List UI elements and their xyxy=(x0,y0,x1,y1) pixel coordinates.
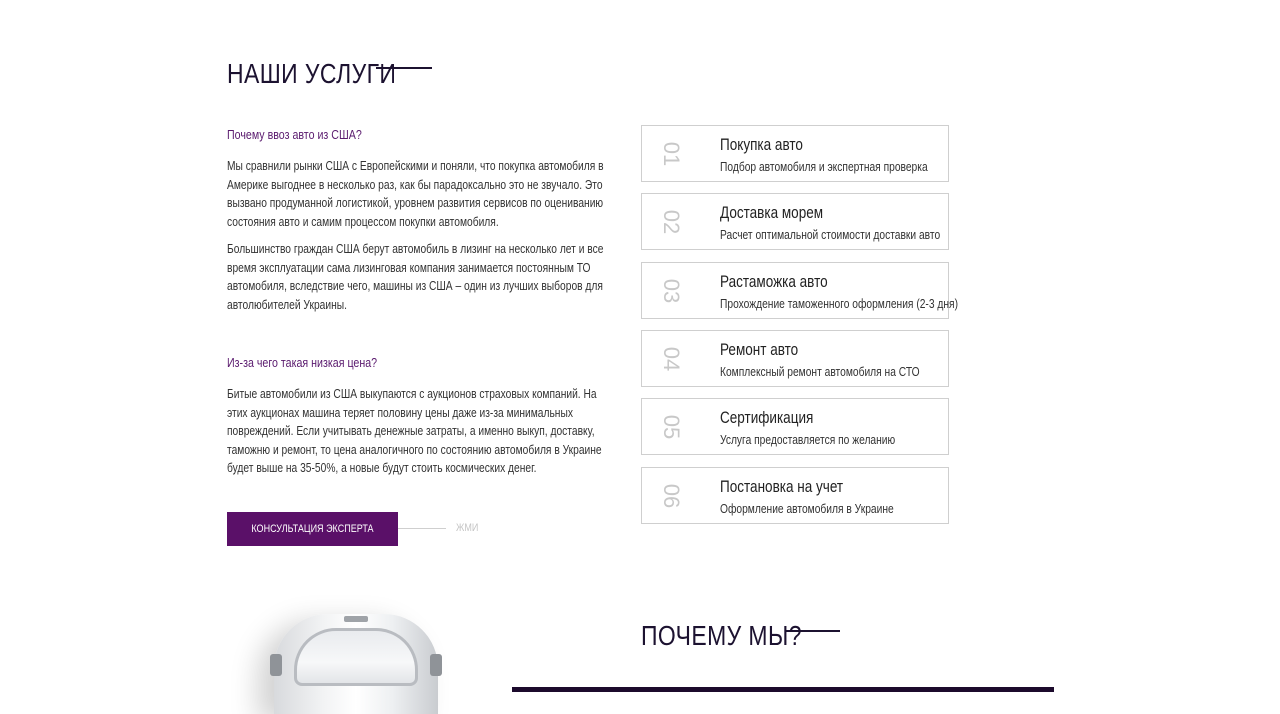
service-title: Ремонт авто xyxy=(720,341,799,359)
service-description: Расчет оптимальной стоимости доставки ав… xyxy=(720,228,941,242)
car-roof-detail xyxy=(344,616,368,622)
service-number: 06 xyxy=(659,483,684,508)
services-title-underline xyxy=(376,67,432,69)
service-number: 05 xyxy=(659,414,684,439)
service-card-repair[interactable]: 04 Ремонт авто Комплексный ремонт автомо… xyxy=(641,330,949,387)
car-mirror-right xyxy=(430,654,442,676)
paragraph-line: автомобиля, вследствие чего, машины из С… xyxy=(227,279,603,293)
service-number: 03 xyxy=(659,278,684,303)
service-description: Комплексный ремонт автомобиля на СТО xyxy=(720,365,920,379)
question-why-usa: Почему ввоз авто из США? xyxy=(227,127,362,142)
service-card-shipping[interactable]: 02 Доставка морем Расчет оптимальной сто… xyxy=(641,193,949,250)
services-title: НАШИ УСЛУГИ xyxy=(227,58,397,89)
paragraph-line: время эксплуатации сама лизинговая компа… xyxy=(227,260,591,275)
paragraph-line: будет выше на 35-50%, а новые будут стои… xyxy=(227,461,537,475)
service-description: Подбор автомобиля и экспертная проверка xyxy=(720,160,928,174)
service-description: Услуга предоставляется по желанию xyxy=(720,433,896,447)
service-title: Сертификация xyxy=(720,409,814,427)
cta-hint-line xyxy=(398,528,446,529)
paragraph-line: этих аукционах машина теряет половину це… xyxy=(227,405,573,420)
paragraph-auctions: Битые автомобили из США выкупаются с аук… xyxy=(227,385,684,478)
paragraph-line: состояния авто и самим процессом покупки… xyxy=(227,214,499,229)
service-card-customs[interactable]: 03 Растаможка авто Прохождение таможенно… xyxy=(641,262,958,319)
paragraph-line: повреждений. Если учитывать денежные зат… xyxy=(227,424,595,438)
paragraph-line: вызвано продуманной логистикой, уровнем … xyxy=(227,196,604,210)
service-number: 01 xyxy=(659,141,684,166)
service-card-registration[interactable]: 06 Постановка на учет Оформление автомоб… xyxy=(641,467,949,524)
service-number: 04 xyxy=(659,346,684,371)
car-windshield xyxy=(294,628,418,686)
car-image xyxy=(270,614,442,714)
paragraph-line: Мы сравнили рынки США с Европейскими и п… xyxy=(227,159,604,173)
service-card-certification[interactable]: 05 Сертификация Услуга предоставляется п… xyxy=(641,398,949,455)
cta-hint-label: ЖМИ xyxy=(456,522,479,534)
service-title: Доставка морем xyxy=(720,204,824,222)
paragraph-line: Битые автомобили из США выкупаются с аук… xyxy=(227,387,597,401)
paragraph-line: автолюбителей Украины. xyxy=(227,297,347,312)
service-title: Постановка на учет xyxy=(720,478,844,496)
why-us-dark-bar xyxy=(512,687,1054,692)
paragraph-line: таможню и ремонт, то цена аналогичного п… xyxy=(227,442,602,457)
paragraph-line: Америке выгоднее в несколько раз, как бы… xyxy=(227,177,603,192)
paragraph-line: Большинство граждан США берут автомобиль… xyxy=(227,242,604,256)
service-title: Покупка авто xyxy=(720,136,803,154)
question-low-price: Из-за чего такая низкая цена? xyxy=(227,355,378,370)
service-description: Оформление автомобиля в Украине xyxy=(720,502,894,516)
service-card-purchase[interactable]: 01 Покупка авто Подбор автомобиля и эксп… xyxy=(641,125,949,182)
why-us-title: ПОЧЕМУ МЫ? xyxy=(641,620,802,651)
why-us-title-underline xyxy=(786,630,840,632)
service-title: Растаможка авто xyxy=(720,273,828,291)
paragraph-leasing: Большинство граждан США берут автомобиль… xyxy=(227,240,686,314)
expert-consultation-button[interactable]: КОНСУЛЬТАЦИЯ ЭКСПЕРТА xyxy=(227,512,398,546)
service-description: Прохождение таможенного оформления (2-3 … xyxy=(720,297,959,311)
service-number: 02 xyxy=(659,209,684,234)
paragraph-market-comparison: Мы сравнили рынки США с Европейскими и п… xyxy=(227,157,686,231)
car-mirror-left xyxy=(270,654,282,676)
